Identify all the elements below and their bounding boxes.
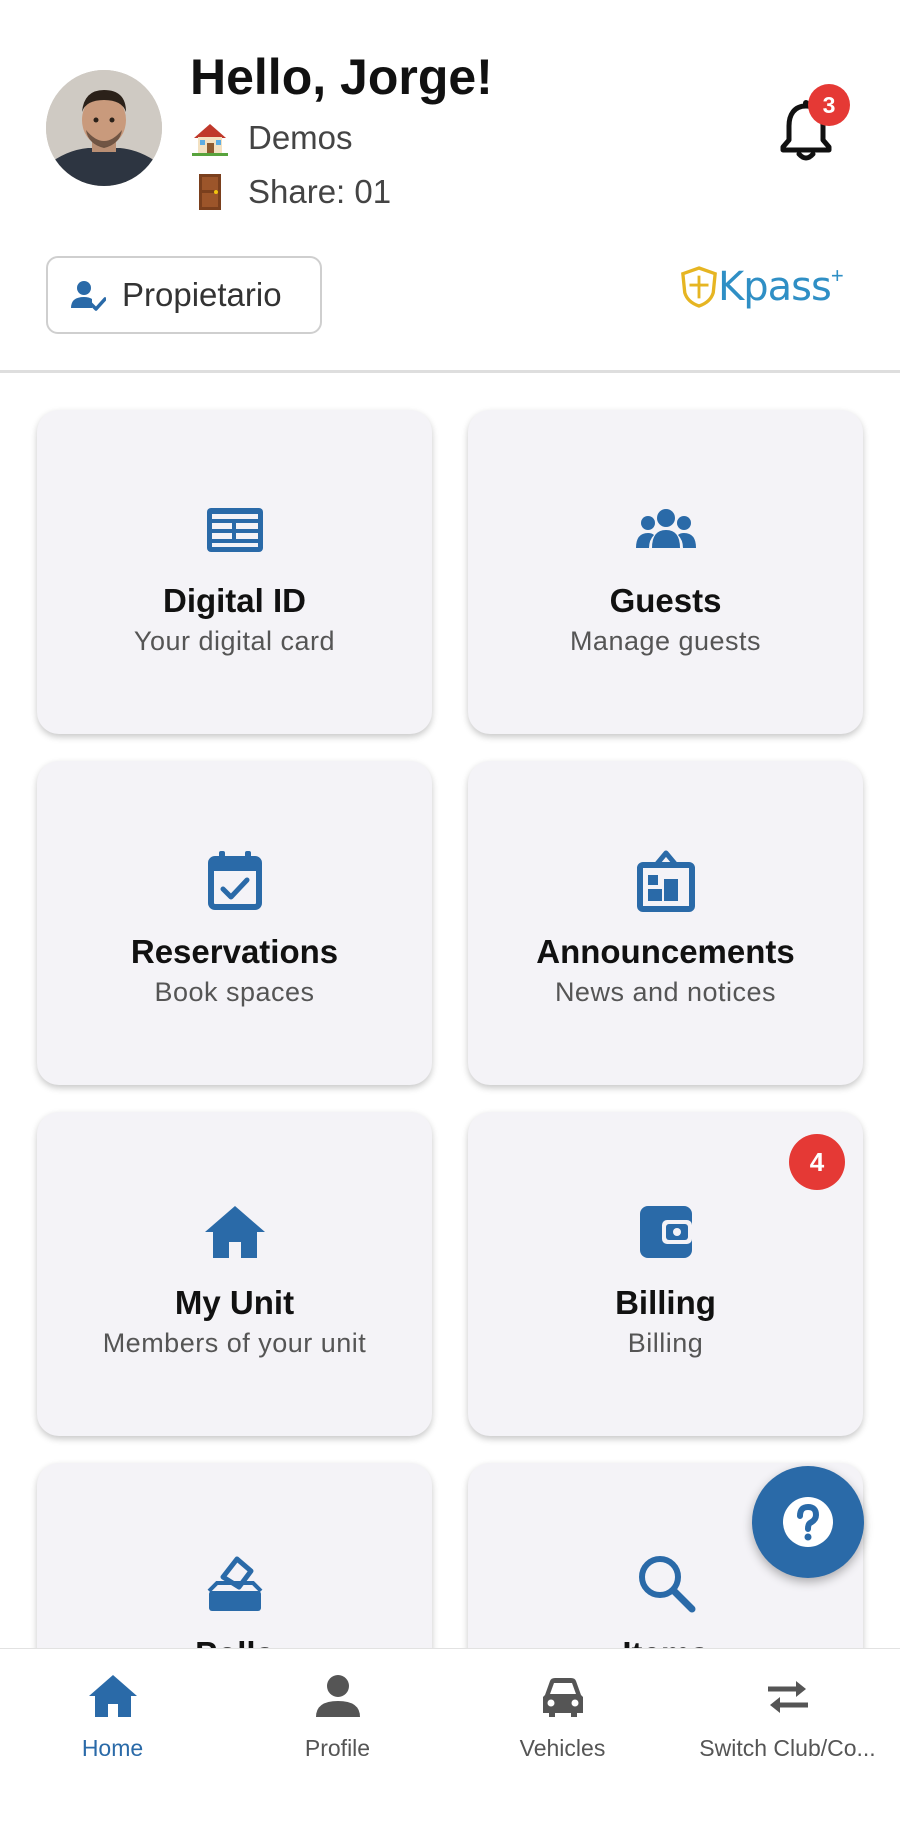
nav-vehicles[interactable]: Vehicles	[450, 1671, 675, 1762]
share-label: Share: 01	[248, 173, 392, 210]
card-my-unit[interactable]: My Unit Members of your unit	[37, 1112, 432, 1436]
card-subtitle: Manage guests	[569, 626, 762, 656]
club-name: Demos	[248, 119, 353, 156]
kpass-logo: Kpass +	[680, 262, 844, 312]
card-digital-id[interactable]: Digital ID Your digital card	[37, 410, 432, 734]
card-subtitle: Your digital card	[133, 626, 336, 656]
logo-text: Kpass	[718, 264, 832, 310]
help-button[interactable]	[752, 1466, 864, 1578]
card-title: Reservations	[130, 933, 339, 970]
card-title: Billing	[615, 1284, 716, 1321]
home-icon	[204, 1206, 265, 1258]
header-divider	[0, 370, 900, 373]
search-icon	[638, 1556, 695, 1613]
swap-icon	[767, 1681, 808, 1713]
nav-label: Home	[81, 1735, 144, 1761]
notice-board-icon	[636, 850, 695, 912]
wallet-icon	[639, 1206, 692, 1258]
calendar-check-icon	[207, 851, 262, 910]
role-chip[interactable]: Propietario	[46, 256, 322, 334]
feature-grid: Digital ID Your digital card Guests Mana…	[37, 410, 865, 1787]
avatar[interactable]	[46, 70, 162, 186]
card-title: My Unit	[174, 1284, 295, 1321]
nav-switch-club[interactable]: Switch Club/Co...	[675, 1671, 900, 1762]
card-title: Digital ID	[162, 582, 306, 619]
card-subtitle: Billing	[627, 1328, 704, 1358]
car-icon	[542, 1678, 583, 1717]
card-reservations[interactable]: Reservations Book spaces	[37, 761, 432, 1085]
bottom-navigation: Home Profile Vehicles Switch Club/Co...	[0, 1648, 900, 1839]
card-subtitle: Book spaces	[154, 977, 315, 1007]
role-label: Propietario	[122, 276, 282, 313]
id-card-icon	[206, 508, 263, 552]
home-icon	[88, 1675, 137, 1717]
card-title: Guests	[609, 582, 722, 619]
house-icon	[190, 118, 230, 158]
card-title: Announcements	[536, 933, 795, 970]
card-billing[interactable]: Billing Billing 4	[468, 1112, 863, 1436]
billing-count-badge: 4	[789, 1134, 845, 1190]
app-header: Hello, Jorge! Demos Share: 01 3 Propieta…	[0, 0, 900, 372]
card-subtitle: Members of your unit	[102, 1328, 367, 1358]
nav-label: Profile	[304, 1735, 371, 1761]
person-check-icon	[71, 281, 106, 311]
logo-plus: +	[830, 263, 844, 288]
door-icon	[190, 172, 230, 212]
card-announcements[interactable]: Announcements News and notices	[468, 761, 863, 1085]
groups-icon	[635, 509, 696, 548]
ballot-box-icon	[207, 1556, 262, 1611]
nav-profile[interactable]: Profile	[225, 1671, 450, 1762]
shield-logo-icon	[681, 266, 717, 308]
card-guests[interactable]: Guests Manage guests	[468, 410, 863, 734]
share-line: Share: 01	[190, 172, 391, 212]
club-line: Demos	[190, 118, 353, 158]
nav-label: Switch Club/Co...	[699, 1735, 876, 1761]
card-subtitle: News and notices	[554, 977, 777, 1007]
help-icon	[783, 1497, 833, 1547]
nav-label: Vehicles	[519, 1735, 606, 1761]
nav-home[interactable]: Home	[0, 1671, 225, 1762]
greeting-title: Hello, Jorge!	[190, 49, 493, 105]
notification-count-badge: 3	[808, 84, 850, 126]
person-icon	[315, 1675, 360, 1717]
